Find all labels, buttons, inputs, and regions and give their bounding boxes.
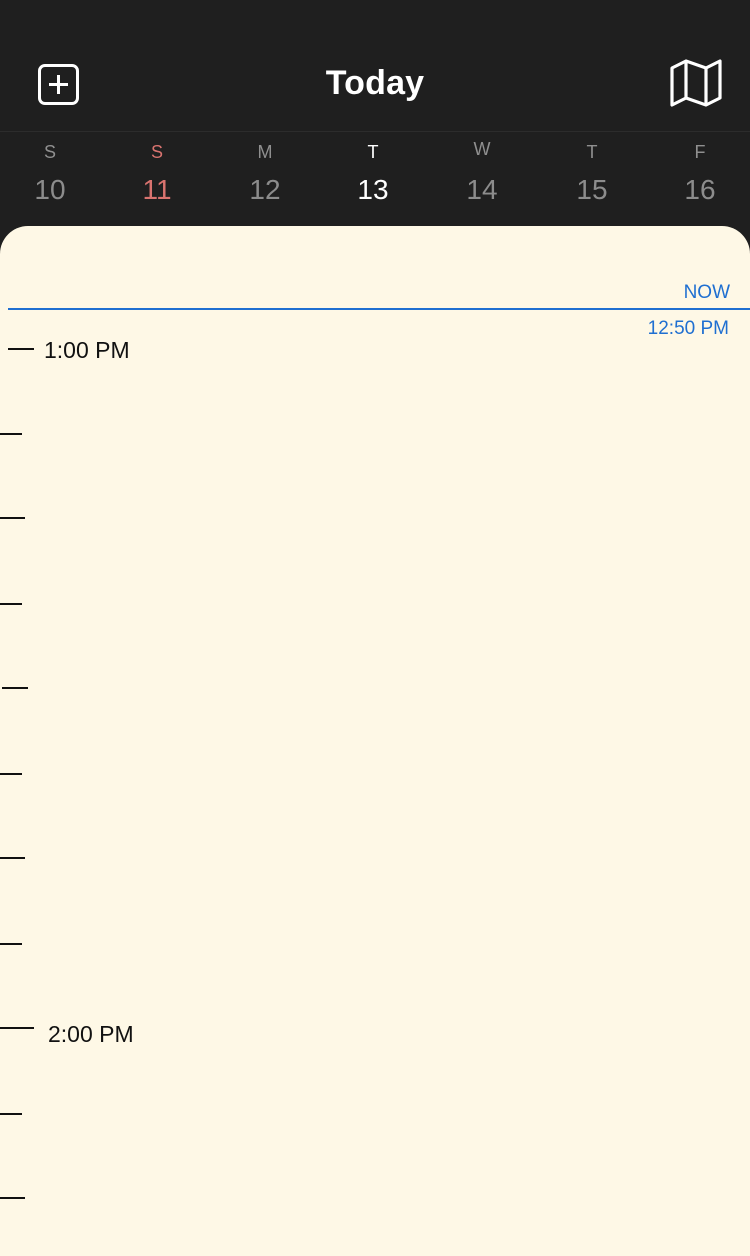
minute-tick (0, 603, 22, 605)
day-of-week-label: F (694, 142, 706, 162)
date-number: 10 (34, 174, 66, 205)
date-number: 16 (684, 174, 716, 205)
hour-tick (0, 1027, 34, 1029)
minute-tick (0, 517, 25, 519)
day-of-week-label: S (43, 142, 56, 162)
top-bar: Today (0, 0, 750, 131)
minute-tick (0, 1197, 25, 1199)
now-indicator-line (8, 308, 750, 310)
minute-tick (0, 857, 25, 859)
minute-tick (0, 433, 22, 435)
minute-tick (0, 943, 22, 945)
map-icon[interactable] (668, 58, 724, 108)
date-number: 14 (466, 174, 498, 205)
hour-tick (8, 348, 34, 350)
page-title: Today (325, 64, 425, 102)
hour-label: 1:00 PM (44, 337, 130, 363)
date-number: 12 (249, 174, 281, 205)
day-timeline[interactable]: NOW 12:50 PM 1:00 PM 2:00 PM (0, 226, 750, 1256)
minute-tick (2, 687, 28, 689)
now-time: 12:50 PM (647, 318, 729, 339)
date-number: 11 (142, 174, 172, 205)
day-of-week-label: W (473, 139, 491, 159)
date-number: 13 (357, 174, 389, 205)
minute-tick (0, 1113, 22, 1115)
minute-tick (0, 773, 22, 775)
hour-label: 2:00 PM (48, 1021, 134, 1047)
week-strip: S 10 S 11 M 12 T 13 W 14 T 15 F 16 (0, 132, 750, 227)
day-of-week-label: M (257, 142, 273, 162)
day-of-week-label: T (586, 142, 598, 162)
date-number: 15 (576, 174, 608, 205)
now-label: NOW (683, 282, 730, 303)
day-of-week-label: T (367, 142, 379, 162)
day-of-week-label: S (150, 142, 163, 162)
calendar-app: Today S 10 S 11 M 12 T 13 W 14 T 15 F 16… (0, 0, 750, 1256)
